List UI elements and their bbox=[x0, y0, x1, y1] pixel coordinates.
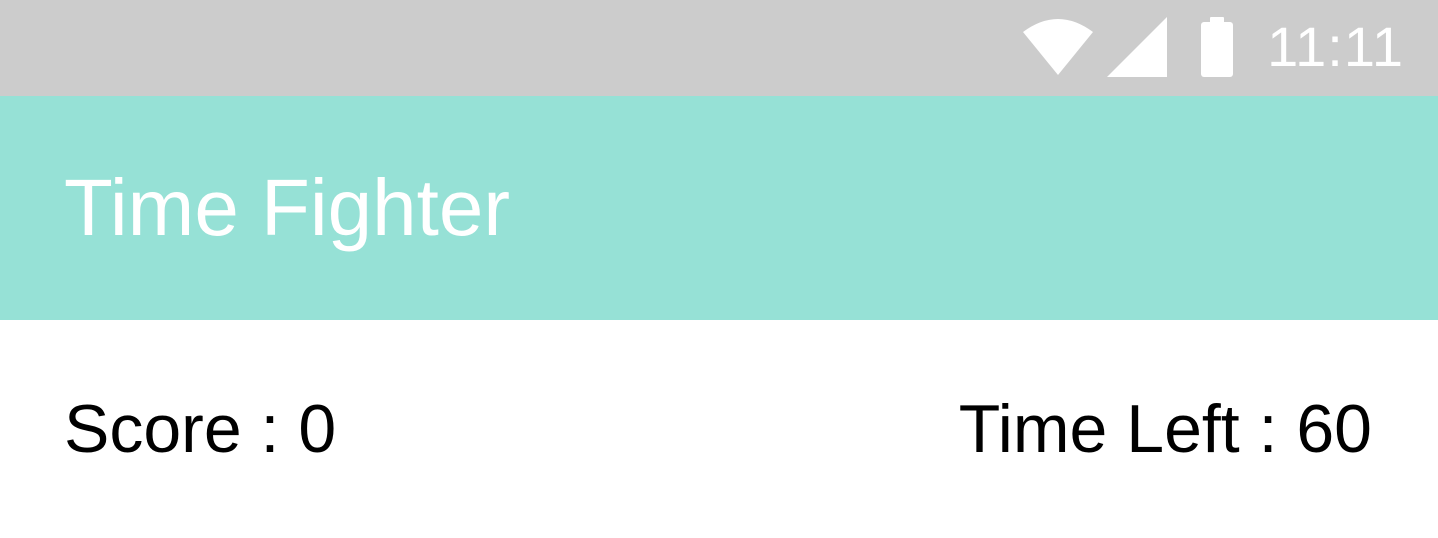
time-left-label: Time Left : 60 bbox=[958, 391, 1372, 467]
status-bar: 11:11 bbox=[0, 0, 1438, 96]
app-bar: Time Fighter bbox=[0, 96, 1438, 320]
app-title: Time Fighter bbox=[64, 163, 511, 252]
battery-icon bbox=[1201, 17, 1234, 77]
game-content: Score : 0 Time Left : 60 bbox=[0, 320, 1438, 538]
status-clock: 11:11 bbox=[1267, 15, 1404, 78]
status-icons: 11:11 bbox=[1023, 14, 1404, 80]
cellular-signal-icon bbox=[1107, 17, 1168, 77]
score-label: Score : 0 bbox=[64, 391, 337, 467]
wifi-icon bbox=[1023, 19, 1094, 75]
